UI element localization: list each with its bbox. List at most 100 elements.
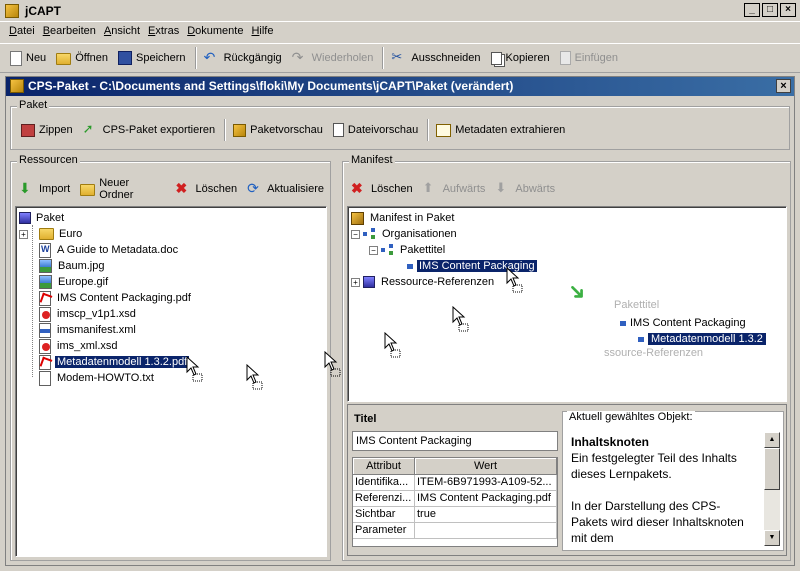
frame-close-button[interactable]: ×: [776, 79, 791, 93]
new-label: Neu: [26, 52, 47, 64]
tree-item[interactable]: imscp_v1p1.xsd: [19, 306, 326, 322]
cell-attribute: Parameter: [353, 523, 415, 538]
content-item-selected[interactable]: IMS Content Packaging: [351, 258, 786, 274]
pakettitel-node[interactable]: − Pakettitel: [351, 242, 786, 258]
resources-tree[interactable]: Paket + Euro A Guide to Metadata.doc Bau…: [15, 206, 327, 557]
info-group: Aktuell gewähltes Objekt: Inhaltsknoten …: [562, 411, 784, 551]
refresh-button[interactable]: ⟳ Aktualisiere: [243, 177, 330, 201]
menu-datei[interactable]: Datei: [6, 23, 40, 41]
package-preview-button[interactable]: Paketvorschau: [229, 118, 329, 142]
manifest-tree[interactable]: Manifest in Paket − Organisationen − Pak…: [347, 206, 787, 402]
tree-root-paket[interactable]: Paket: [19, 210, 326, 226]
new-file-icon: [10, 50, 22, 66]
copy-label: Kopieren: [505, 52, 550, 64]
file-preview-button[interactable]: Dateivorschau: [329, 118, 424, 142]
info-paragraph: In der Darstellung des CPS-Pakets wird d…: [571, 499, 744, 545]
scroll-down-button[interactable]: ▼: [764, 530, 780, 546]
move-down-label: Abwärts: [515, 183, 556, 195]
open-folder-icon: [56, 53, 72, 65]
info-paragraph: Ein festgelegter Teil des Inhalts dieses…: [571, 451, 737, 481]
ghost-selected-label: Metadatenmodell 1.3.2: [648, 333, 766, 345]
app-icon: [5, 4, 19, 18]
tree-item[interactable]: Modem-HOWTO.txt: [19, 370, 326, 386]
copy-button[interactable]: Kopieren: [487, 46, 556, 70]
extract-metadata-label: Metadaten extrahieren: [455, 124, 566, 136]
organisations-node[interactable]: − Organisationen: [351, 226, 786, 242]
tree-item-selected[interactable]: Metadatenmodell 1.3.2.pdf: [19, 354, 326, 370]
import-button[interactable]: ⬇ Import: [15, 177, 76, 201]
collapse-toggle[interactable]: −: [351, 229, 360, 239]
menu-ansicht[interactable]: Ansicht: [101, 23, 145, 41]
open-button[interactable]: Öffnen: [52, 46, 114, 70]
paket-legend: Paket: [17, 99, 50, 111]
table-row[interactable]: Parameter: [353, 523, 557, 539]
image-icon: [39, 259, 52, 273]
tree-item[interactable]: A Guide to Metadata.doc: [19, 242, 326, 258]
tree-item[interactable]: ims_xml.xsd: [19, 338, 326, 354]
cell-attribute: Sichtbar: [353, 507, 415, 522]
expand-toggle[interactable]: +: [19, 229, 28, 239]
move-up-button[interactable]: ⬆ Aufwärts: [419, 177, 492, 201]
new-folder-button[interactable]: Neuer Ordner: [76, 177, 171, 201]
expand-toggle[interactable]: +: [351, 277, 360, 287]
manifest-delete-button[interactable]: ✖ Löschen: [347, 177, 419, 201]
maximize-button[interactable]: □: [762, 3, 778, 17]
cut-label: Ausschneiden: [411, 52, 481, 64]
arrow-down-icon: ⬇: [495, 180, 507, 195]
menu-bearbeiten[interactable]: Bearbeiten: [40, 23, 101, 41]
export-icon: ➚: [82, 121, 94, 136]
scroll-thumb[interactable]: [764, 448, 780, 490]
scroll-up-button[interactable]: ▲: [764, 432, 780, 448]
collapse-toggle[interactable]: −: [369, 245, 378, 255]
close-button[interactable]: ×: [780, 3, 796, 17]
paste-button[interactable]: Einfügen: [556, 46, 624, 70]
menu-extras[interactable]: Extras: [145, 23, 184, 41]
paste-icon: [559, 51, 571, 65]
move-up-label: Aufwärts: [442, 183, 486, 195]
info-scrollbar[interactable]: ▲ ▼: [764, 432, 780, 546]
new-button[interactable]: Neu: [6, 46, 52, 70]
move-down-button[interactable]: ⬇ Abwärts: [491, 177, 561, 201]
package-icon: [19, 212, 31, 224]
title-label: Titel: [354, 413, 377, 425]
window-titlebar: jCAPT _ □ ×: [0, 0, 800, 22]
cut-button[interactable]: ✂ Ausschneiden: [387, 46, 486, 70]
save-button[interactable]: Speichern: [114, 46, 192, 70]
manifest-group: Manifest ✖ Löschen ⬆ Aufwärts ⬇ Abwärts …: [342, 154, 791, 561]
new-folder-label: Neuer Ordner: [99, 177, 134, 201]
menu-hilfe[interactable]: Hilfe: [248, 23, 278, 41]
table-row[interactable]: Referenzi... IMS Content Packaging.pdf: [353, 491, 557, 507]
xsd-icon: [39, 306, 51, 322]
manifest-root[interactable]: Manifest in Paket: [351, 210, 786, 226]
text-file-icon: [39, 370, 51, 386]
package-preview-icon: [233, 123, 247, 137]
tree-item[interactable]: Baum.jpg: [19, 258, 326, 274]
tree-item-label: imscp_v1p1.xsd: [57, 308, 136, 320]
table-row[interactable]: Sichtbar true: [353, 507, 557, 523]
tree-item[interactable]: + Euro: [19, 226, 326, 242]
export-button[interactable]: ➚ CPS-Paket exportieren: [79, 118, 222, 142]
tree-item[interactable]: IMS Content Packaging.pdf: [19, 290, 326, 306]
drag-cursor-icon: [186, 356, 203, 382]
column-header-attribut[interactable]: Attribut: [353, 458, 415, 475]
new-folder-icon: [80, 184, 96, 196]
redo-button[interactable]: ↷ Wiederholen: [288, 46, 380, 70]
column-header-wert[interactable]: Wert: [415, 458, 557, 475]
zip-button[interactable]: Zippen: [17, 118, 79, 142]
item-icon: [620, 320, 626, 326]
table-row[interactable]: Identifika... ITEM-6B971993-A109-52...: [353, 475, 557, 491]
drag-cursor-icon: [324, 351, 341, 377]
tree-item[interactable]: Europe.gif: [19, 274, 326, 290]
tree-item-label: ims_xml.xsd: [57, 340, 118, 352]
undo-button[interactable]: ↶ Rückgängig: [200, 46, 288, 70]
pakettitel-label: Pakettitel: [400, 244, 446, 256]
title-field[interactable]: IMS Content Packaging: [352, 431, 558, 451]
group-separator: [427, 119, 430, 141]
export-label: CPS-Paket exportieren: [102, 124, 216, 136]
menu-dokumente[interactable]: Dokumente: [184, 23, 248, 41]
minimize-button[interactable]: _: [744, 3, 760, 17]
extract-metadata-button[interactable]: Metadaten extrahieren: [432, 118, 571, 142]
resource-delete-button[interactable]: ✖ Löschen: [172, 177, 244, 201]
tree-item[interactable]: imsmanifest.xml: [19, 322, 326, 338]
item-icon: [407, 263, 413, 269]
